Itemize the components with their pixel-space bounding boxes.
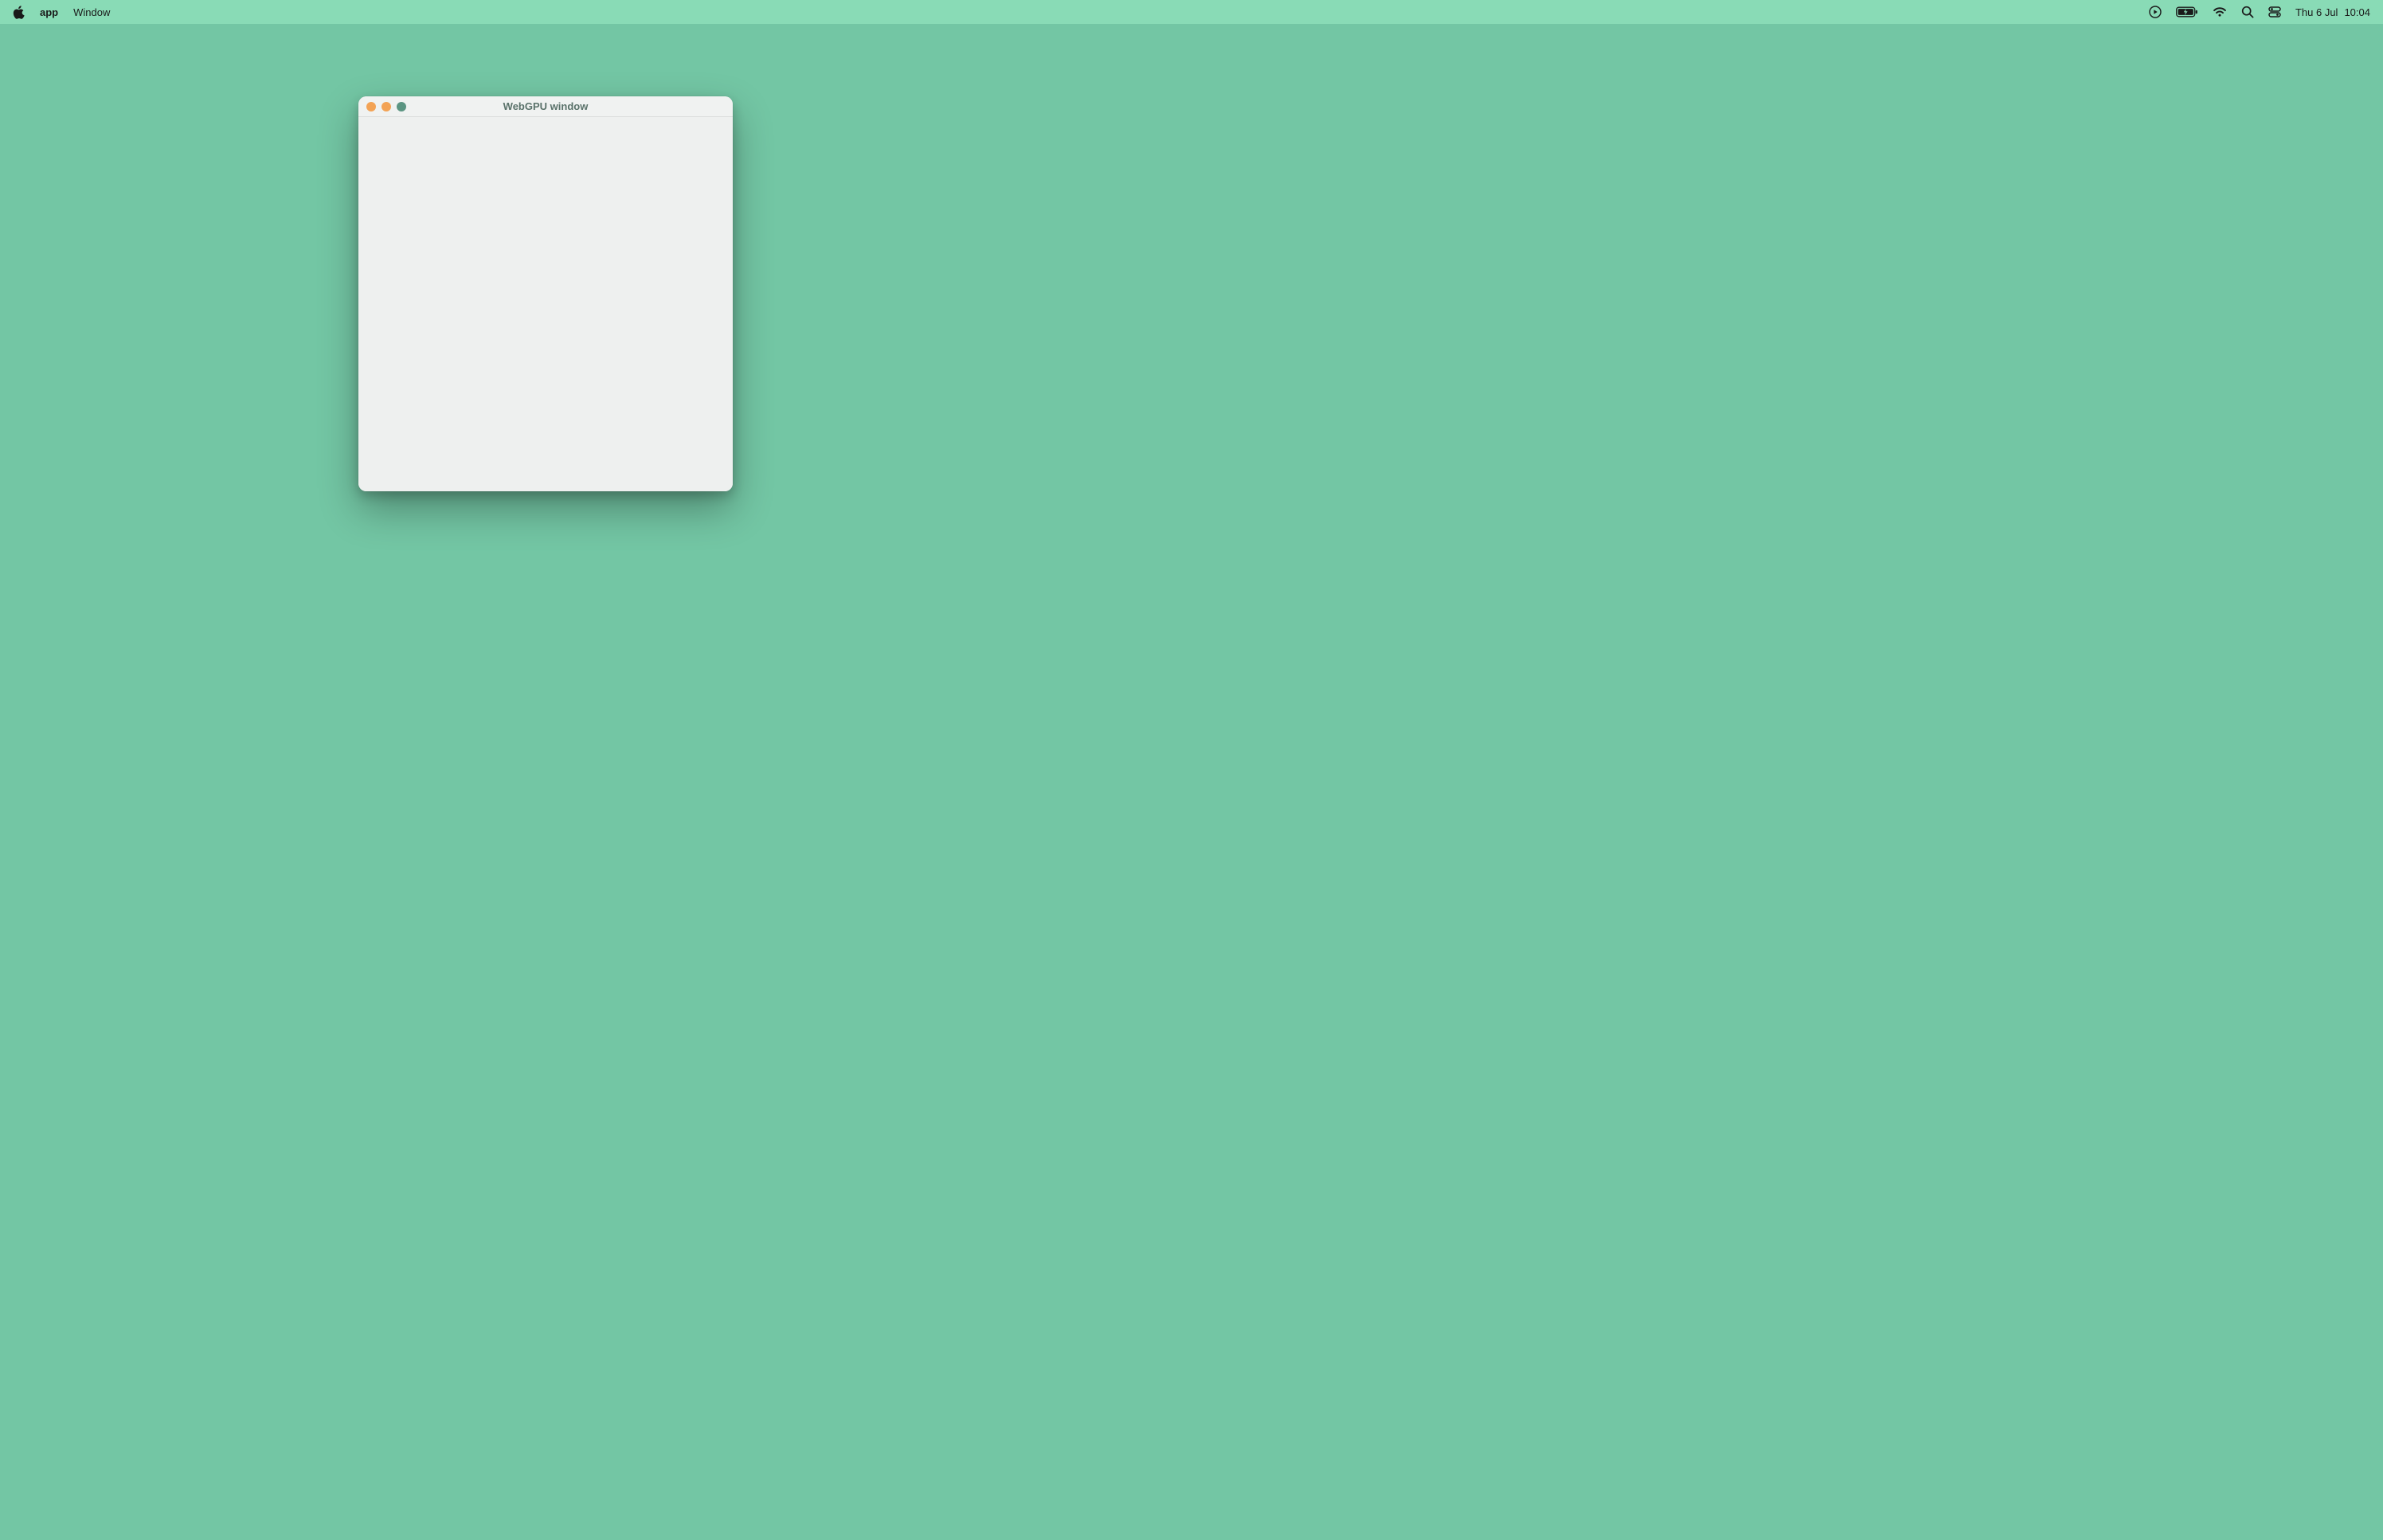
traffic-lights	[366, 102, 406, 111]
window-minimize-button[interactable]	[382, 102, 391, 111]
window-menu[interactable]: Window	[73, 6, 110, 18]
menubar: app Window	[0, 0, 2383, 24]
titlebar[interactable]: WebGPU window	[358, 96, 733, 117]
menubar-time: 10:04	[2344, 6, 2370, 18]
window-close-button[interactable]	[366, 102, 376, 111]
menubar-left: app Window	[13, 6, 110, 19]
app-menu[interactable]: app	[40, 6, 58, 18]
control-center-icon[interactable]	[2268, 6, 2281, 18]
window-body	[358, 117, 733, 491]
window-zoom-button[interactable]	[397, 102, 406, 111]
app-window[interactable]: WebGPU window	[358, 96, 733, 491]
play-in-circle-icon[interactable]	[2149, 6, 2162, 18]
search-icon[interactable]	[2241, 6, 2254, 18]
desktop[interactable]: WebGPU window	[0, 24, 2383, 1540]
menubar-datetime[interactable]: Thu 6 Jul 10:04	[2295, 6, 2370, 18]
window-title: WebGPU window	[358, 100, 733, 112]
menubar-date: Thu 6 Jul	[2295, 6, 2338, 18]
wifi-icon[interactable]	[2213, 6, 2227, 18]
menubar-right: Thu 6 Jul 10:04	[2149, 6, 2370, 18]
battery-charging-icon[interactable]	[2176, 6, 2198, 18]
apple-icon[interactable]	[13, 6, 25, 19]
